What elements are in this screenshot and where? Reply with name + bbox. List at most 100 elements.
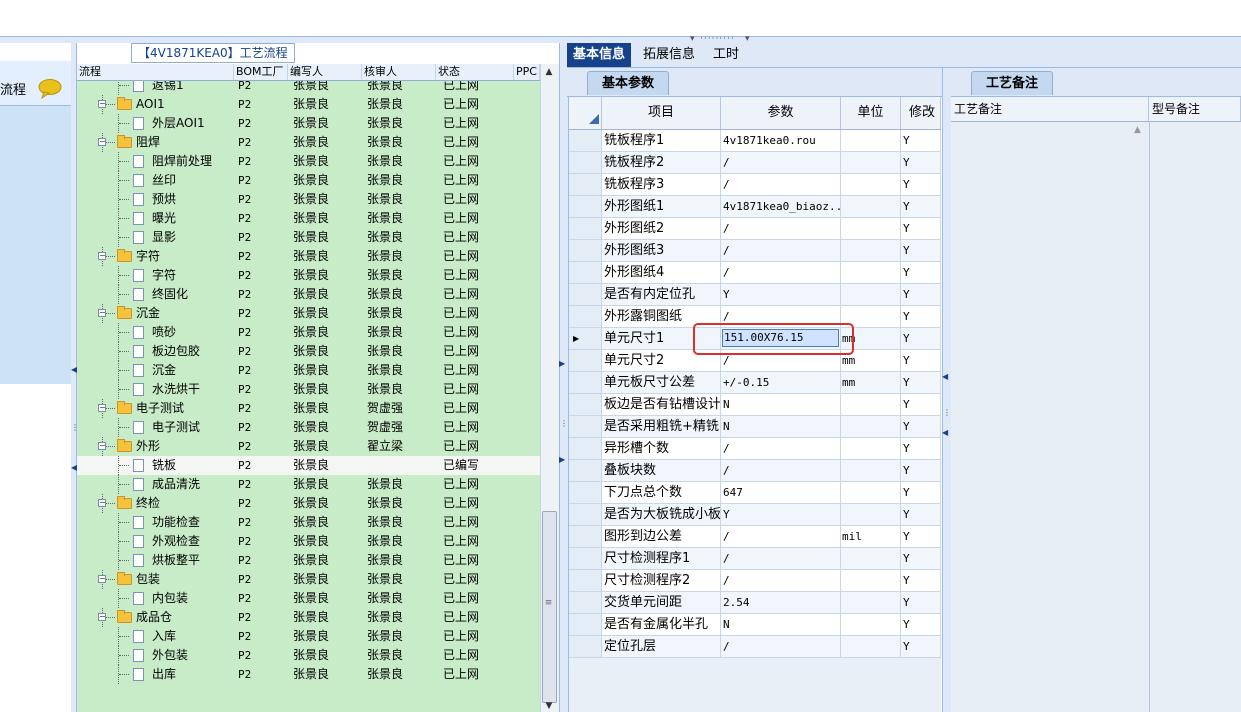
param-unit-cell[interactable] — [841, 240, 901, 262]
column-header-reviewer[interactable]: 核审人 — [362, 64, 436, 80]
param-unit-cell[interactable]: mm — [841, 372, 901, 394]
param-row[interactable]: 铣板程序3/ Y — [569, 174, 941, 196]
row-indicator[interactable] — [569, 482, 602, 504]
param-unit-cell[interactable] — [841, 460, 901, 482]
param-row[interactable]: 铣板程序2/ Y — [569, 152, 941, 174]
param-value-cell[interactable]: 4v1871kea0_biaoz... — [721, 196, 841, 218]
tree-collapse-toggle-icon[interactable]: − — [98, 404, 106, 412]
tree-folder-row[interactable]: − 字符 P2 张景良 张景良 已上网 — [77, 247, 540, 266]
param-modify-cell[interactable]: Y — [901, 350, 941, 372]
param-value-cell[interactable]: N — [721, 614, 841, 636]
tree-row[interactable]: 水洗烘干 P2 张景良 张景良 已上网 — [77, 380, 540, 399]
column-header-ppc[interactable]: PPC — [514, 64, 540, 80]
tree-folder-row[interactable]: − 成品仓 P2 张景良 张景良 已上网 — [77, 608, 540, 627]
tree-row[interactable]: 成品清洗 P2 张景良 张景良 已上网 — [77, 475, 540, 494]
param-row[interactable]: 外形图纸3/ Y — [569, 240, 941, 262]
row-indicator[interactable] — [569, 306, 602, 328]
tree-collapse-toggle-icon[interactable]: − — [98, 499, 106, 507]
row-indicator[interactable] — [569, 196, 602, 218]
param-value-cell[interactable]: / — [721, 460, 841, 482]
param-row[interactable]: 下刀点总个数 647 Y — [569, 482, 941, 504]
param-modify-cell[interactable]: Y — [901, 482, 941, 504]
row-indicator[interactable] — [569, 548, 602, 570]
tree-row[interactable]: 外包装 P2 张景良 张景良 已上网 — [77, 646, 540, 665]
param-value-cell[interactable]: / — [721, 218, 841, 240]
scroll-up-arrow-icon[interactable]: ▲ — [540, 64, 558, 80]
scroll-down-arrow-icon[interactable]: ▼ — [540, 700, 558, 712]
tree-row[interactable]: 喷砂 P2 张景良 张景良 已上网 — [77, 323, 540, 342]
param-value-cell[interactable]: / — [721, 262, 841, 284]
tree-row[interactable]: 预烘 P2 张景良 张景良 已上网 — [77, 190, 540, 209]
param-value-cell[interactable]: N — [721, 416, 841, 438]
tree-panel-title[interactable]: 【4V1871KEA0】工艺流程 — [131, 43, 295, 63]
row-indicator[interactable] — [569, 152, 602, 174]
tree-row[interactable]: 烘板整平 P2 张景良 张景良 已上网 — [77, 551, 540, 570]
tree-folder-row[interactable]: − 终检 P2 张景良 张景良 已上网 — [77, 494, 540, 513]
tree-row[interactable]: 外观检查 P2 张景良 张景良 已上网 — [77, 532, 540, 551]
column-header-process-remark[interactable]: 工艺备注 — [951, 97, 1149, 121]
tree-folder-row[interactable]: − 电子测试 P2 张景良 贺虚强 已上网 — [77, 399, 540, 418]
tab-basic-params[interactable]: 基本参数 — [587, 71, 669, 95]
param-value-cell[interactable]: / — [721, 526, 841, 548]
tree-row[interactable]: 铣板 P2 张景良 已编写 — [77, 456, 540, 475]
param-modify-cell[interactable]: Y — [901, 526, 941, 548]
expand-arrow-icon[interactable]: ▶ — [559, 359, 565, 368]
column-header-modify[interactable]: 修改 — [901, 97, 941, 129]
chat-bubble-icon[interactable] — [38, 79, 62, 100]
param-unit-cell[interactable] — [841, 262, 901, 284]
param-unit-cell[interactable] — [841, 592, 901, 614]
param-row[interactable]: 图形到边公差 / mil Y — [569, 526, 941, 548]
param-row[interactable]: 铣板程序1 4v1871kea0.rou Y — [569, 130, 941, 152]
tree-folder-row[interactable]: − 外形 P2 张景良 翟立梁 已上网 — [77, 437, 540, 456]
vertical-splitter[interactable]: ▶ ⋮ ▶ — [559, 43, 569, 712]
param-value-cell[interactable]: / — [721, 636, 841, 658]
row-indicator[interactable] — [569, 130, 602, 152]
param-modify-cell[interactable]: Y — [901, 218, 941, 240]
param-modify-cell[interactable]: Y — [901, 636, 941, 658]
param-value-cell[interactable]: Y — [721, 504, 841, 526]
row-indicator[interactable] — [569, 636, 602, 658]
param-value-cell[interactable]: / — [721, 240, 841, 262]
param-modify-cell[interactable]: Y — [901, 570, 941, 592]
row-indicator[interactable] — [569, 240, 602, 262]
param-modify-cell[interactable]: Y — [901, 592, 941, 614]
row-indicator[interactable] — [569, 350, 602, 372]
tree-collapse-toggle-icon[interactable]: − — [98, 442, 106, 450]
tree-row[interactable]: 曝光 P2 张景良 张景良 已上网 — [77, 209, 540, 228]
column-header-status[interactable]: 状态 — [436, 64, 514, 80]
tree-row[interactable]: 电子测试 P2 张景良 贺虚强 已上网 — [77, 418, 540, 437]
remarks-scroll-up-icon[interactable]: ▲ — [1134, 125, 1141, 135]
param-value-cell[interactable]: N — [721, 394, 841, 416]
param-unit-cell[interactable] — [841, 130, 901, 152]
param-row[interactable]: 是否有金属化半孔 N Y — [569, 614, 941, 636]
column-header-flow[interactable]: 流程 — [77, 64, 234, 80]
tab-extended-info[interactable]: 拓展信息 — [637, 43, 701, 67]
param-unit-cell[interactable] — [841, 284, 901, 306]
param-value-cell[interactable]: 647 — [721, 482, 841, 504]
tree-row[interactable]: 内包装 P2 张景良 张景良 已上网 — [77, 589, 540, 608]
tree-row[interactable]: 阻焊前处理 P2 张景良 张景良 已上网 — [77, 152, 540, 171]
param-value-cell[interactable]: / — [721, 548, 841, 570]
param-value-cell[interactable]: 4v1871kea0.rou — [721, 130, 841, 152]
row-indicator[interactable] — [569, 262, 602, 284]
expand-arrow-icon[interactable]: ◀ — [942, 428, 948, 437]
splitter-grip-icon[interactable]: ▾ ········· ▾ — [690, 34, 750, 44]
tree-row[interactable]: 返锡1 P2 张景良 张景良 已上网 — [77, 81, 540, 95]
tab-basic-info[interactable]: 基本信息 — [567, 43, 632, 67]
param-unit-cell[interactable] — [841, 482, 901, 504]
tree-row[interactable]: 板边包胶 P2 张景良 张景良 已上网 — [77, 342, 540, 361]
row-indicator[interactable] — [569, 460, 602, 482]
param-modify-cell[interactable]: Y — [901, 548, 941, 570]
param-unit-cell[interactable] — [841, 636, 901, 658]
column-header-writer[interactable]: 编写人 — [288, 64, 362, 80]
param-modify-cell[interactable]: Y — [901, 130, 941, 152]
param-value-cell[interactable]: Y — [721, 284, 841, 306]
param-modify-cell[interactable]: Y — [901, 460, 941, 482]
row-indicator[interactable] — [569, 570, 602, 592]
tree-row[interactable]: 入库 P2 张景良 张景良 已上网 — [77, 627, 540, 646]
row-indicator[interactable] — [569, 438, 602, 460]
param-row[interactable]: 是否采用粗铣+精铣 N Y — [569, 416, 941, 438]
param-unit-cell[interactable] — [841, 152, 901, 174]
tree-collapse-toggle-icon[interactable]: − — [98, 138, 106, 146]
row-indicator[interactable] — [569, 174, 602, 196]
